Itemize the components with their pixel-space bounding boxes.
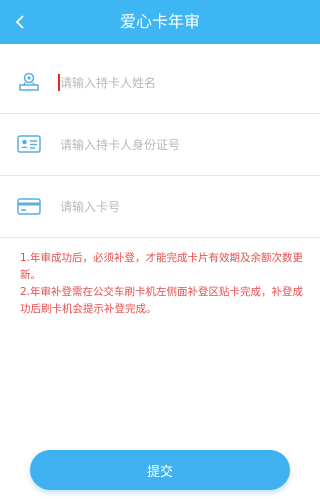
page-title: 爱心卡年审 (119, 12, 200, 31)
user-stamp-icon (19, 72, 39, 91)
bank-card-icon (17, 198, 41, 215)
id-card-icon (17, 135, 41, 153)
submit-button[interactable]: 提交 (30, 450, 290, 490)
divider (0, 237, 320, 238)
card-number-input[interactable] (58, 187, 308, 227)
holder-name-input[interactable] (58, 63, 308, 103)
app-header: 爱心卡年审 (0, 0, 320, 44)
holder-name-row (0, 52, 320, 114)
notice-line-2: 2.年审补登需在公交车刷卡机左侧面补登区贴卡完成，补登成功后刷卡机会提示补登完成… (20, 286, 304, 315)
notice-text: 1.年审成功后，必须补登，才能完成卡片有效期及余额次数更新。 2.年审补登需在公… (20, 250, 306, 318)
notice-line-1: 1.年审成功后，必须补登，才能完成卡片有效期及余额次数更新。 (20, 252, 304, 281)
text-cursor (58, 74, 60, 91)
card-number-row (0, 176, 320, 238)
id-number-row (0, 114, 320, 176)
id-number-input[interactable] (58, 125, 308, 165)
